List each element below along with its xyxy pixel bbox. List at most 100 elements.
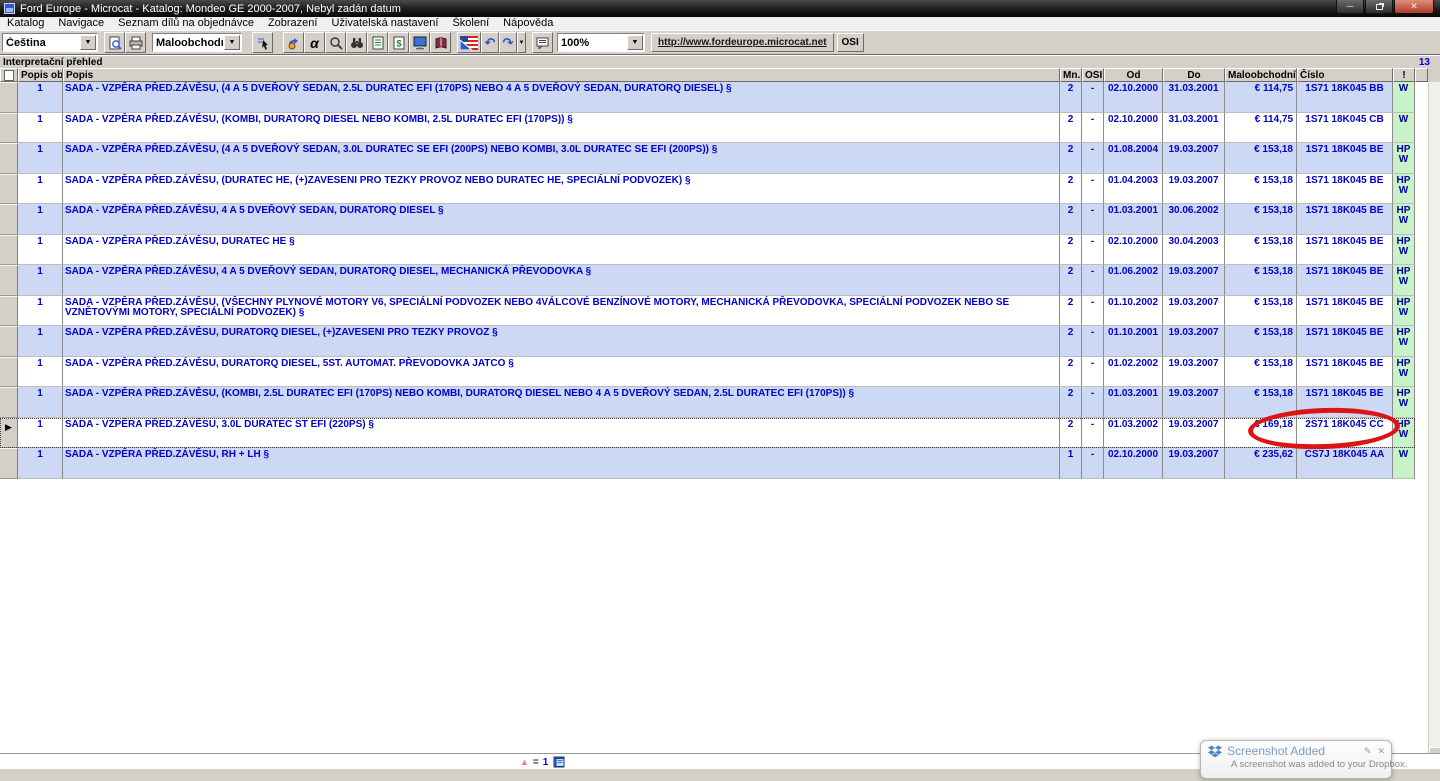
parts-list-button[interactable] (367, 32, 388, 53)
cell-mn: 2 (1060, 357, 1082, 388)
cell-od: 01.06.2002 (1104, 265, 1163, 296)
row-selector-gutter[interactable] (0, 296, 18, 327)
display-settings-button[interactable] (409, 32, 430, 53)
column-header-flag[interactable]: ! (1393, 68, 1415, 82)
row-selector-gutter[interactable] (0, 143, 18, 174)
row-selector-gutter[interactable] (0, 448, 18, 479)
menu-item-2[interactable]: Navigace (51, 17, 111, 30)
price-list-button[interactable]: $ (388, 32, 409, 53)
menu-item-3[interactable]: Seznam dílů na objednávce (111, 17, 261, 30)
menu-item-4[interactable]: Zobrazení (261, 17, 325, 30)
redo-button[interactable]: ↷ (499, 32, 517, 53)
cell-flag: HPW (1393, 174, 1415, 205)
toast-close-icon[interactable]: ✕ (1377, 746, 1385, 757)
table-row[interactable]: 1SADA - VZPĚRA PŘED.ZÁVĚSU, (KOMBI, 2.5L… (0, 387, 1415, 418)
alpha-index-button[interactable]: α (304, 32, 325, 53)
menu-item-1[interactable]: Katalog (0, 17, 51, 30)
cell-od: 01.03.2001 (1104, 387, 1163, 418)
column-header-popis-obra[interactable]: Popis obrá: (18, 68, 63, 82)
price-mode-select[interactable]: Maloobchodní v ▼ (152, 33, 242, 52)
row-selector-gutter[interactable] (0, 357, 18, 388)
row-selector-gutter[interactable] (0, 204, 18, 235)
print-preview-button[interactable] (104, 32, 125, 53)
magnifier-icon (329, 36, 343, 50)
price-list-icon: $ (392, 36, 406, 50)
row-selector-gutter[interactable] (0, 235, 18, 266)
cell-do: 19.03.2007 (1163, 357, 1225, 388)
column-header-popis[interactable]: Popis (63, 68, 1060, 82)
cell-desc: SADA - VZPĚRA PŘED.ZÁVĚSU, 4 A 5 DVEŘOVÝ… (63, 265, 1060, 296)
table-row[interactable]: ▶1SADA - VZPĚRA PŘED.ZÁVĚSU, 3.0L DURATE… (0, 418, 1415, 449)
select-all-checkbox[interactable] (4, 70, 14, 81)
table-row[interactable]: 1SADA - VZPĚRA PŘED.ZÁVĚSU, (KOMBI, DURA… (0, 113, 1415, 144)
chevron-down-icon[interactable]: ▼ (627, 35, 643, 50)
row-selector-gutter[interactable] (0, 113, 18, 144)
table-row[interactable]: 1SADA - VZPĚRA PŘED.ZÁVĚSU, (DURATEC HE,… (0, 174, 1415, 205)
column-header-price[interactable]: Maloobchodní v (1225, 68, 1297, 82)
graphical-index-button[interactable] (283, 32, 304, 53)
chevron-down-icon[interactable]: ▼ (80, 35, 96, 50)
column-header-mn[interactable]: Mn. (1060, 68, 1082, 82)
notes-book-icon[interactable] (553, 756, 566, 768)
selected-row-arrow[interactable]: ▶ (0, 418, 18, 449)
column-header-od[interactable]: Od (1104, 68, 1163, 82)
column-header-do[interactable]: Do (1163, 68, 1225, 82)
cell-desc: SADA - VZPĚRA PŘED.ZÁVĚSU, (VŠECHNY PLYN… (63, 296, 1060, 327)
row-selector-gutter[interactable] (0, 387, 18, 418)
zoom-tool-button[interactable] (325, 32, 346, 53)
table-row[interactable]: 1SADA - VZPĚRA PŘED.ZÁVĚSU, DURATORQ DIE… (0, 326, 1415, 357)
language-select[interactable]: Čeština ▼ (2, 33, 98, 52)
minimize-button[interactable]: ─ (1336, 0, 1364, 14)
cell-desc: SADA - VZPĚRA PŘED.ZÁVĚSU, (4 A 5 DVEŘOV… (63, 82, 1060, 113)
table-row[interactable]: 1SADA - VZPĚRA PŘED.ZÁVĚSU, RH + LH §1-0… (0, 448, 1415, 479)
table-row[interactable]: 1SADA - VZPĚRA PŘED.ZÁVĚSU, 4 A 5 DVEŘOV… (0, 204, 1415, 235)
feedback-note-button[interactable] (532, 32, 553, 53)
handbook-button[interactable] (430, 32, 451, 53)
column-header-osi[interactable]: OSI (1082, 68, 1104, 82)
cell-desc: SADA - VZPĚRA PŘED.ZÁVĚSU, RH + LH § (63, 448, 1060, 479)
zoom-select[interactable]: 100% ▼ (557, 33, 645, 52)
menu-item-6[interactable]: Školení (445, 17, 496, 30)
table-row[interactable]: 1SADA - VZPĚRA PŘED.ZÁVĚSU, (VŠECHNY PLY… (0, 296, 1415, 327)
find-button[interactable] (346, 32, 367, 53)
table-row[interactable]: 1SADA - VZPĚRA PŘED.ZÁVĚSU, (4 A 5 DVEŘO… (0, 82, 1415, 113)
row-selector-gutter[interactable] (0, 82, 18, 113)
cell-price: € 153,18 (1225, 387, 1297, 418)
cell-price: € 153,18 (1225, 296, 1297, 327)
row-selector-gutter[interactable] (0, 326, 18, 357)
cell-desc: SADA - VZPĚRA PŘED.ZÁVĚSU, (KOMBI, 2.5L … (63, 387, 1060, 418)
close-button[interactable]: ✕ (1394, 0, 1434, 14)
osi-button[interactable]: OSI (837, 33, 864, 52)
cell-desc: SADA - VZPĚRA PŘED.ZÁVĚSU, DURATORQ DIES… (63, 357, 1060, 388)
cell-do: 31.03.2001 (1163, 113, 1225, 144)
locale-flag-button[interactable] (457, 32, 481, 53)
cell-od: 01.10.2002 (1104, 296, 1163, 327)
binoculars-icon (350, 36, 364, 50)
table-row[interactable]: 1SADA - VZPĚRA PŘED.ZÁVĚSU, 4 A 5 DVEŘOV… (0, 265, 1415, 296)
table-row[interactable]: 1SADA - VZPĚRA PŘED.ZÁVĚSU, (4 A 5 DVEŘO… (0, 143, 1415, 174)
column-header-cislo[interactable]: Číslo (1297, 68, 1393, 82)
menu-item-5[interactable]: Uživatelská nastavení (324, 17, 445, 30)
redo-dropdown-button[interactable]: ▼ (517, 32, 526, 53)
cell-osi: - (1082, 113, 1104, 144)
chevron-down-icon[interactable]: ▼ (224, 35, 240, 50)
toast-options-icon[interactable]: ✎ (1364, 746, 1372, 757)
book-icon (434, 36, 448, 50)
row-selector-gutter[interactable] (0, 265, 18, 296)
row-selector-gutter[interactable] (0, 174, 18, 205)
table-row[interactable]: 1SADA - VZPĚRA PŘED.ZÁVĚSU, DURATEC HE §… (0, 235, 1415, 266)
vertical-scrollbar[interactable]: ▲ ▼ (1428, 82, 1440, 781)
restore-button[interactable] (1365, 0, 1393, 14)
cell-desc: SADA - VZPĚRA PŘED.ZÁVĚSU, DURATEC HE § (63, 235, 1060, 266)
table-row[interactable]: 1SADA - VZPĚRA PŘED.ZÁVĚSU, DURATORQ DIE… (0, 357, 1415, 388)
microcat-url-link[interactable]: http://www.fordeurope.microcat.net (651, 33, 834, 52)
dropbox-icon (1208, 745, 1222, 758)
transfer-pointer-button[interactable] (252, 32, 273, 53)
cell-do: 30.04.2003 (1163, 235, 1225, 266)
cell-img: 1 (18, 448, 63, 479)
cell-num: 1S71 18K045 BE (1297, 387, 1393, 418)
print-button[interactable] (125, 32, 146, 53)
menu-item-7[interactable]: Nápověda (496, 17, 560, 30)
cell-img: 1 (18, 174, 63, 205)
undo-button[interactable]: ↶ (481, 32, 499, 53)
